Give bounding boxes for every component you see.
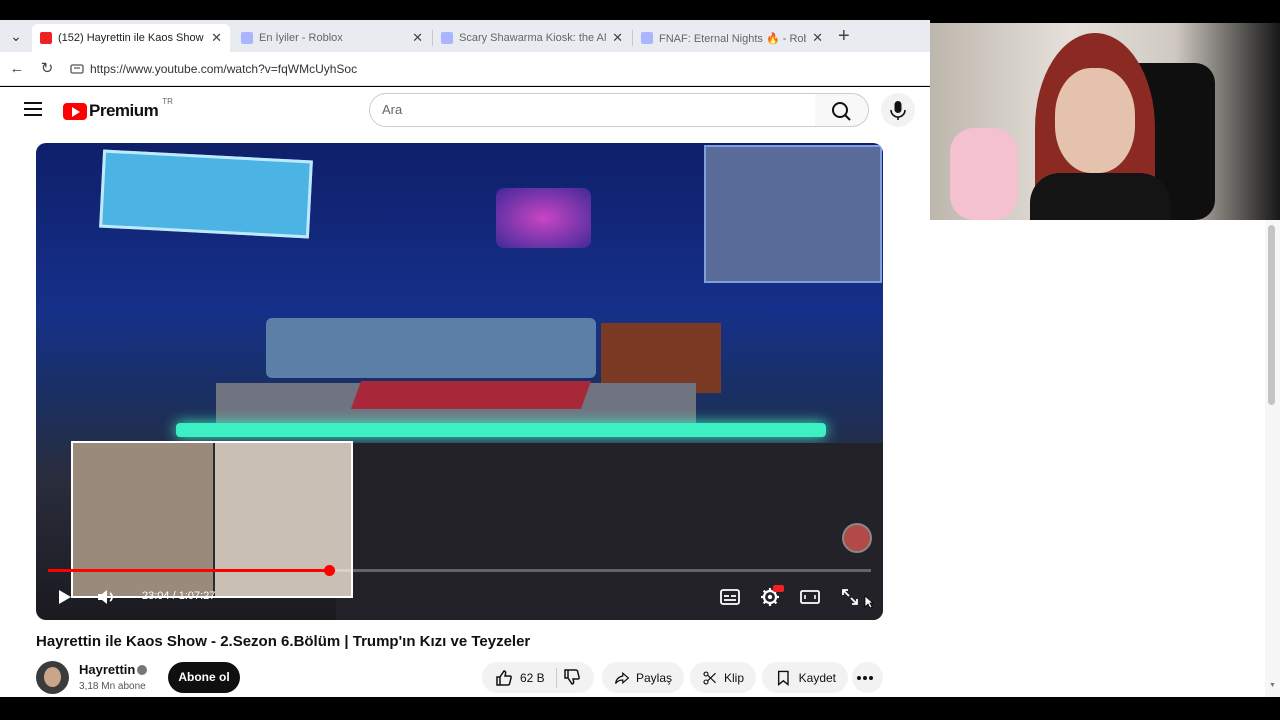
video-scene-neon-logo (496, 188, 591, 248)
channel-avatar[interactable] (36, 661, 69, 694)
more-horizontal-icon (856, 675, 873, 680)
mouse-cursor-icon (864, 595, 874, 609)
roblox-icon (241, 32, 253, 44)
like-divider (556, 668, 557, 688)
clip-label: Klip (723, 670, 744, 685)
tab-title: En İyiler - Roblox (259, 32, 343, 44)
save-label: Kaydet (798, 670, 836, 685)
share-label: Paylaş (635, 670, 672, 685)
youtube-icon (40, 32, 52, 44)
roblox-icon (441, 32, 453, 44)
tab-title: (152) Hayrettin ile Kaos Show - 2.S (58, 32, 205, 44)
page-scrollbar[interactable]: ▼ (1265, 220, 1280, 697)
back-arrow-icon[interactable]: ← (7, 59, 27, 79)
share-arrow-icon (615, 671, 630, 684)
search-input[interactable]: Ara (369, 93, 816, 127)
screen: ⌄ (152) Hayrettin ile Kaos Show - 2.S ✕ … (0, 0, 1280, 720)
time-display: 23:04 / 1:07:27 (142, 590, 216, 602)
scissors-icon (703, 670, 716, 685)
share-button[interactable]: Paylaş (602, 662, 684, 693)
address-bar[interactable]: https://www.youtube.com/watch?v=fqWMcUyh… (90, 62, 357, 76)
new-tab-plus-icon[interactable]: + (838, 24, 850, 48)
tab-title: Scary Shawarma Kiosk: the ANOM (459, 32, 606, 44)
youtube-play-logo-icon (63, 102, 87, 120)
webcam-streamer-face (1055, 68, 1135, 173)
close-icon[interactable]: ✕ (211, 30, 222, 46)
bookmark-icon (777, 670, 789, 686)
settings-gear-icon[interactable] (758, 585, 784, 609)
video-scene-inset (71, 441, 353, 598)
browser-tab-bar: ⌄ (152) Hayrettin ile Kaos Show - 2.S ✕ … (0, 20, 930, 52)
webcam-overlay (930, 23, 1280, 220)
scrollbar-thumb[interactable] (1268, 225, 1275, 405)
subscriber-count: 3,18 Mn abone (79, 681, 146, 692)
video-scene-sign (99, 149, 313, 239)
video-scene-sofa (266, 318, 596, 378)
tab-shawarma-kiosk[interactable]: Scary Shawarma Kiosk: the ANOM ✕ (433, 24, 631, 52)
tab-list-chevron-icon[interactable]: ⌄ (6, 26, 26, 46)
clip-button[interactable]: Klip (690, 662, 756, 693)
video-scene-rug (350, 381, 592, 409)
search-button[interactable] (815, 93, 869, 127)
current-time: 23:04 (142, 590, 170, 602)
subtitles-icon[interactable] (718, 585, 742, 609)
more-actions-button[interactable] (852, 662, 883, 693)
inset-face-left (73, 443, 213, 596)
browser-toolbar: ← ↻ https://www.youtube.com/watch?v=fqWM… (0, 52, 930, 86)
duration: 1:07:27 (178, 590, 216, 602)
reload-icon[interactable]: ↻ (37, 59, 57, 79)
tab-youtube[interactable]: (152) Hayrettin ile Kaos Show - 2.S ✕ (32, 24, 230, 52)
video-player[interactable]: 23:04 / 1:07:27 (36, 143, 883, 620)
like-count[interactable]: 62 B (520, 671, 545, 685)
close-icon[interactable]: ✕ (812, 30, 823, 46)
menu-icon[interactable] (24, 102, 42, 116)
play-icon[interactable] (52, 585, 76, 609)
progress-fill (48, 569, 330, 572)
site-info-icon[interactable] (70, 62, 84, 76)
youtube-premium-logo[interactable]: Premium TR (63, 97, 173, 121)
webcam-microphone (950, 128, 1018, 220)
video-scene-screen (704, 145, 882, 283)
country-code: TR (162, 97, 173, 106)
voice-search-button[interactable] (881, 93, 915, 127)
fullscreen-icon[interactable] (838, 585, 862, 609)
scroll-down-arrow-icon[interactable]: ▼ (1269, 682, 1276, 689)
close-icon[interactable]: ✕ (612, 30, 623, 46)
subscribe-button[interactable]: Abone ol (168, 662, 240, 693)
microphone-icon (890, 101, 906, 120)
video-title: Hayrettin ile Kaos Show - 2.Sezon 6.Bölü… (36, 633, 531, 650)
tab-roblox-favorites[interactable]: En İyiler - Roblox ✕ (233, 24, 431, 52)
tab-fnaf[interactable]: FNAF: Eternal Nights 🔥 - Roblox ✕ (633, 24, 831, 52)
thumbs-down-icon[interactable] (562, 667, 582, 687)
roblox-icon (641, 32, 653, 44)
verified-check-icon (137, 665, 147, 675)
video-scene-light-strip (176, 423, 826, 437)
channel-name[interactable]: Hayrettin (79, 662, 135, 677)
volume-icon[interactable] (94, 585, 118, 609)
thumbs-up-icon[interactable] (494, 668, 514, 688)
search-icon (832, 102, 851, 121)
close-icon[interactable]: ✕ (412, 30, 423, 46)
tab-title: FNAF: Eternal Nights 🔥 - Roblox (659, 32, 806, 45)
progress-bar[interactable] (48, 565, 871, 576)
webcam-streamer-shirt (1030, 173, 1170, 220)
save-button[interactable]: Kaydet (762, 662, 848, 693)
logo-text: Premium (89, 101, 159, 120)
subscribe-watermark-badge[interactable] (842, 523, 872, 553)
theater-mode-icon[interactable] (798, 585, 822, 609)
